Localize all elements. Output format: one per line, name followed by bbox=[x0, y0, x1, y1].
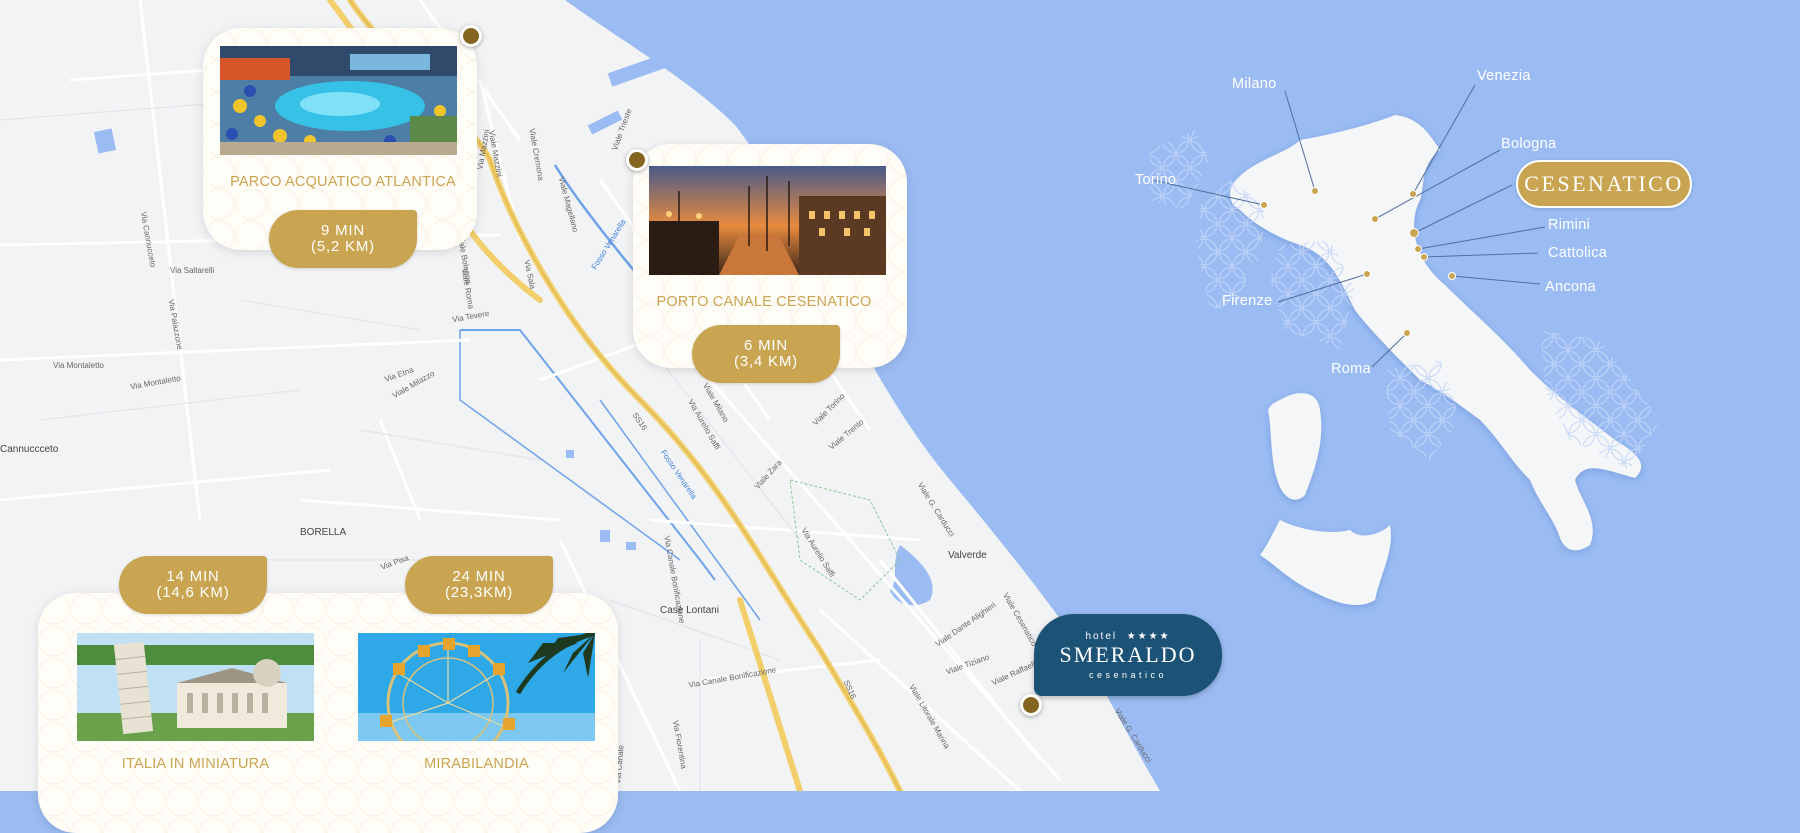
italy-label-cattolica: Cattolica bbox=[1548, 245, 1608, 261]
atlantica-travel-time: 9 MIN (5,2 KM) bbox=[269, 210, 417, 268]
porto-canale-photo bbox=[649, 166, 886, 275]
porto-canale-pin[interactable] bbox=[626, 149, 648, 171]
mirabilandia-distance: (23,3KM) bbox=[444, 584, 514, 601]
italy-label-venezia: Venezia bbox=[1477, 68, 1531, 84]
atlantica-distance: (5,2 KM) bbox=[311, 238, 375, 255]
porto-canale-travel-time: 6 MIN (3,4 KM) bbox=[692, 325, 840, 383]
mirabilandia-photo bbox=[358, 633, 595, 741]
atlantica-pin[interactable] bbox=[460, 25, 482, 47]
italia-miniatura-title: ITALIA IN MINIATURA bbox=[121, 756, 270, 772]
porto-canale-time: 6 MIN bbox=[743, 337, 788, 354]
hotel-name: SMERALDO bbox=[1059, 642, 1197, 667]
italy-label-rimini: Rimini bbox=[1548, 217, 1591, 233]
italy-label-ancona: Ancona bbox=[1545, 279, 1596, 295]
italia-miniatura-distance: (14,6 KM) bbox=[156, 584, 230, 601]
street-label: Via Saltarelli bbox=[170, 266, 215, 275]
hotel-town: cesenatico bbox=[1088, 670, 1168, 680]
mirabilandia-travel-time: 24 MIN (23,3KM) bbox=[405, 556, 553, 614]
italy-label-milano: Milano bbox=[1232, 76, 1277, 92]
place-label-borella: BORELLA bbox=[300, 527, 347, 538]
place-label-case-lontani: Case Lontani bbox=[660, 605, 719, 616]
atlantica-photo bbox=[220, 46, 457, 155]
italy-label-roma: Roma bbox=[1331, 361, 1371, 377]
italy-label-firenze: Firenze bbox=[1222, 293, 1273, 309]
atlantica-time: 9 MIN bbox=[320, 222, 365, 239]
cesenatico-highlight-badge: CESENATICO bbox=[1516, 160, 1692, 208]
place-label-valverde: Valverde bbox=[948, 550, 987, 561]
hotel-prefix-line: hotel ★★★★ bbox=[1034, 631, 1222, 642]
atlantica-title: PARCO ACQUATICO ATLANTICA bbox=[230, 174, 456, 190]
mirabilandia-title: MIRABILANDIA bbox=[424, 756, 529, 772]
street-label: Via Montaletto bbox=[53, 361, 104, 370]
italia-miniatura-travel-time: 14 MIN (14,6 KM) bbox=[119, 556, 267, 614]
mirabilandia-time: 24 MIN bbox=[452, 568, 506, 585]
italy-label-torino: Torino bbox=[1135, 172, 1177, 188]
hotel-prefix: hotel bbox=[1085, 631, 1118, 642]
hotel-pin[interactable] bbox=[1020, 694, 1042, 716]
italia-miniatura-photo bbox=[77, 633, 314, 741]
hotel-stars: ★★★★ bbox=[1126, 631, 1171, 642]
porto-canale-title: PORTO CANALE CESENATICO bbox=[656, 294, 872, 310]
hotel-smeraldo-badge[interactable]: hotel ★★★★ SMERALDO cesenatico bbox=[1034, 614, 1222, 696]
italy-label-bologna: Bologna bbox=[1501, 136, 1557, 152]
italia-miniatura-time: 14 MIN bbox=[166, 568, 220, 585]
porto-canale-distance: (3,4 KM) bbox=[734, 353, 798, 370]
place-label-cannucceto: Cannuccceto bbox=[0, 444, 59, 455]
